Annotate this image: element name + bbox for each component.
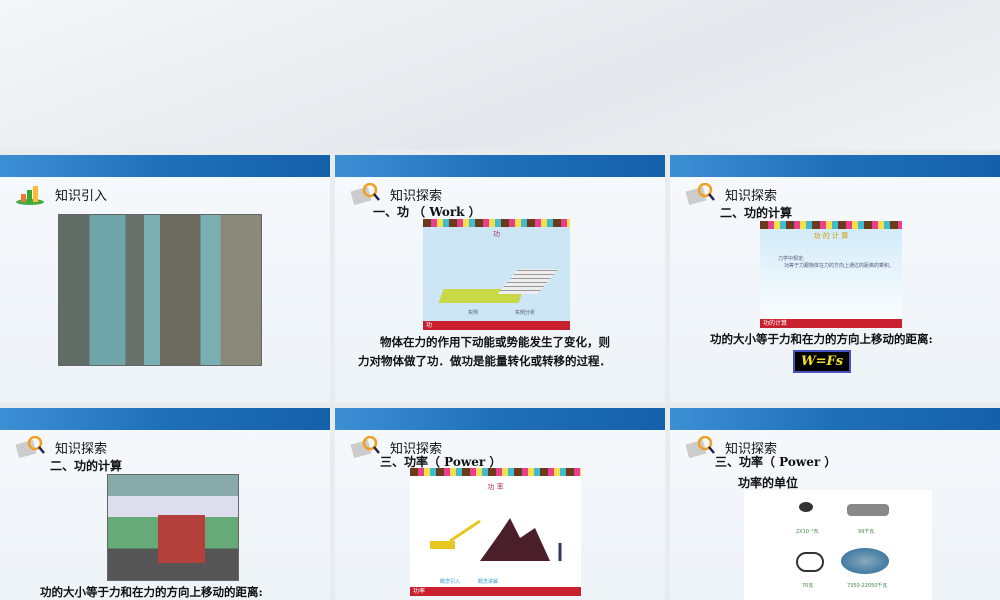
animation-title: 功 的 计 算: [813, 232, 849, 240]
slide-text-line: 物体在力的作用下动能或势能发生了变化，则: [380, 335, 610, 349]
unit-label: 70瓦: [802, 583, 814, 589]
slide-header-bar: [0, 155, 330, 177]
slide-title: 知识探索: [55, 442, 108, 457]
animation-text: 功等于力跟物体在力的方向上通过的距离的乘积。: [784, 263, 895, 269]
unit-label: 2X10⁻⁵瓦: [796, 529, 819, 535]
magnifier-document-icon: [350, 183, 380, 205]
slide-text-line: 功的大小等于力和在力的方向上移动的距离:: [710, 332, 933, 346]
power-units-image: 2X10⁻⁵瓦 99千瓦 70瓦 7350-22050千瓦: [744, 490, 932, 600]
slide-header-bar: [335, 408, 665, 430]
bar-chart-icon: [16, 186, 44, 205]
power-flash-animation: 功 率 概念引入 概念讲解 功率: [410, 468, 581, 596]
slide-thumbnail-3[interactable]: 知识探索 二、功的计算 功 的 计 算 力学中规定: 功等于力跟物体在力的方向上…: [670, 155, 1000, 402]
animation-link[interactable]: 实例分析: [515, 309, 535, 316]
animation-link[interactable]: 实例: [468, 309, 478, 316]
slide-header-bar: [670, 408, 1000, 430]
slide-thumbnail-6[interactable]: 知识探索 三、功率（ Power ） 功率的单位 2X10⁻⁵瓦 99千瓦 70…: [670, 408, 1000, 600]
container-crane-photo: [107, 474, 239, 581]
slide-title: 知识探索: [725, 189, 778, 204]
truck-image: [847, 504, 889, 516]
slide-text-line: 功的大小等于力和在力的方向上移动的距离:: [40, 585, 263, 599]
magnifier-document-icon: [685, 183, 715, 205]
animation-bar: 功的计算: [760, 319, 902, 328]
slide-header-bar: [670, 155, 1000, 177]
slide-text-line: 力对物体做了功．做功是能量转化或转移的过程．: [358, 354, 611, 368]
sailboats-video-image: [58, 214, 262, 366]
background-top: [0, 0, 1000, 150]
unit-label: 7350-22050千瓦: [847, 583, 888, 589]
cyclist-image: [796, 552, 824, 572]
slide-subtitle: 二、功的计算: [720, 206, 793, 220]
bunting-decoration: [423, 219, 570, 227]
magnifier-document-icon: [15, 436, 45, 458]
slide-title: 知识引入: [55, 189, 108, 204]
magnifier-document-icon: [685, 436, 715, 458]
animation-link[interactable]: 概念讲解: [478, 578, 498, 585]
animation-link[interactable]: 概念引入: [440, 578, 460, 585]
animation-title: 功 率: [487, 483, 504, 491]
slide-thumbnail-2[interactable]: 知识探索 一、功 （ Work ） 功 实例 实例分析 功 物体在力的作用下动能…: [335, 155, 665, 402]
animation-text: 力学中规定:: [778, 256, 805, 262]
slide-header-bar: [0, 408, 330, 430]
unit-label: 99千瓦: [858, 529, 875, 535]
slide-header-bar: [335, 155, 665, 177]
animation-bar: 功: [423, 321, 570, 330]
formula-box: W=Fs: [793, 350, 852, 373]
magnifier-document-icon: [350, 436, 380, 458]
animation-bar: 功率: [410, 587, 581, 596]
work-calc-flash-animation: 功 的 计 算 力学中规定: 功等于力跟物体在力的方向上通过的距离的乘积。 功的…: [760, 221, 902, 328]
slide-subtitle: 二、功的计算: [50, 459, 123, 473]
stairs: [497, 269, 559, 294]
fly-image: [799, 502, 813, 512]
slide-title: 知识探索: [390, 189, 443, 204]
animation-title: 功: [493, 230, 500, 238]
slide-thumbnail-1[interactable]: 知识引入: [0, 155, 330, 402]
slide-subtitle-2: 功率的单位: [738, 476, 799, 490]
warship-image: [841, 548, 889, 574]
slide-subtitle: 三、功率（ Power ）: [715, 455, 837, 469]
bunting-decoration: [410, 468, 581, 476]
red-container: [158, 515, 205, 563]
slide-thumbnail-4[interactable]: 知识探索 二、功的计算 功的大小等于力和在力的方向上移动的距离:: [0, 408, 330, 600]
slide-thumbnail-5[interactable]: 知识探索 三、功率（ Power ） 功 率 概念引入 概念讲解 功率: [335, 408, 665, 600]
work-flash-animation: 功 实例 实例分析 功: [423, 219, 570, 330]
bunting-decoration: [760, 221, 902, 229]
slide-subtitle: 一、功 （ Work ）: [373, 205, 481, 219]
excavator-and-mountain: [430, 518, 562, 561]
